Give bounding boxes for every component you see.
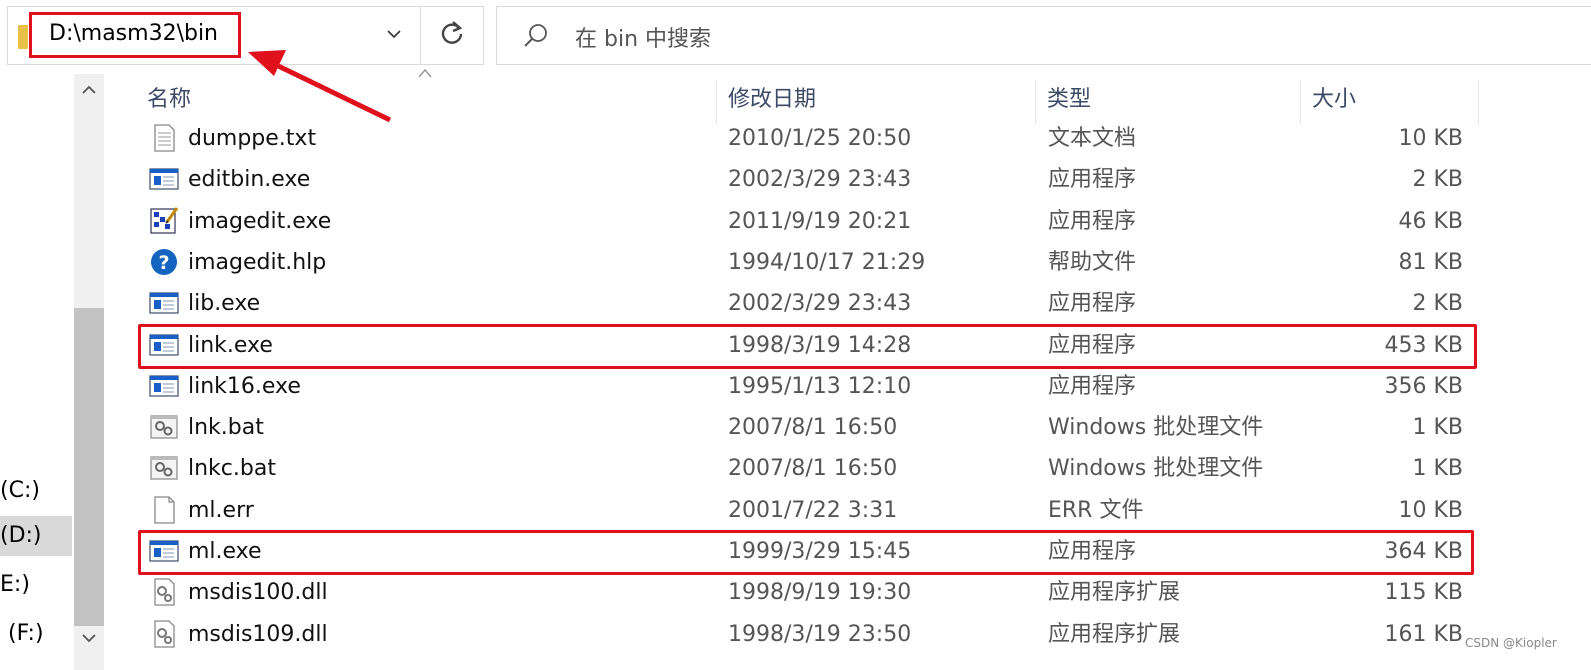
- refresh-button[interactable]: [421, 6, 484, 65]
- file-type: 应用程序: [1048, 374, 1137, 399]
- file-row[interactable]: link16.exe 1995/1/13 12:10 应用程序 356 KB: [138, 366, 1478, 407]
- file-type: 文本文档: [1048, 126, 1137, 151]
- exe-icon: [149, 371, 179, 401]
- sort-ascending-icon: [418, 69, 432, 78]
- file-row[interactable]: msdis109.dll 1998/3/19 23:50 应用程序扩展 161 KB: [138, 614, 1478, 655]
- file-size: 46 KB: [1398, 209, 1463, 234]
- file-type: 应用程序扩展: [1048, 622, 1181, 647]
- file-type: Windows 批处理文件: [1048, 415, 1264, 440]
- file-date: 2010/1/25 20:50: [728, 126, 912, 151]
- help-icon: ?: [149, 247, 179, 277]
- file-size: 1 KB: [1412, 456, 1463, 481]
- file-name: msdis109.dll: [188, 622, 328, 647]
- file-size: 10 KB: [1398, 126, 1463, 151]
- file-type: 应用程序: [1048, 209, 1137, 234]
- file-size: 10 KB: [1398, 498, 1463, 523]
- file-date: 2001/7/22 3:31: [728, 498, 898, 523]
- scroll-up-icon[interactable]: [74, 76, 104, 106]
- file-name: link16.exe: [188, 374, 301, 399]
- file-name: lib.exe: [188, 291, 261, 316]
- image-editor-icon: [149, 206, 179, 236]
- svg-text:?: ?: [158, 252, 169, 274]
- exe-icon: [149, 164, 179, 194]
- file-row[interactable]: lib.exe 2002/3/29 23:43 应用程序 2 KB: [138, 283, 1478, 324]
- file-row[interactable]: lnk.bat 2007/8/1 16:50 Windows 批处理文件 1 KB: [138, 407, 1478, 448]
- file-date: 2002/3/29 23:43: [728, 167, 912, 192]
- file-row[interactable]: lnkc.bat 2007/8/1 16:50 Windows 批处理文件 1 KB: [138, 448, 1478, 489]
- file-name: editbin.exe: [188, 167, 311, 192]
- address-path[interactable]: D:\masm32\bin: [49, 21, 218, 46]
- search-input[interactable]: 在 bin 中搜索: [575, 21, 711, 53]
- file-date: 1995/1/13 12:10: [728, 374, 912, 399]
- file-name: dumppe.txt: [188, 126, 317, 151]
- search-box[interactable]: 在 bin 中搜索: [496, 6, 1591, 65]
- watermark: CSDN @Kiopler: [1465, 636, 1557, 650]
- text-file-icon: [149, 123, 179, 153]
- file-type: 应用程序扩展: [1048, 580, 1181, 605]
- file-date: 2002/3/29 23:43: [728, 291, 912, 316]
- file-list: dumppe.txt 2010/1/25 20:50 文本文档 10 KB editbi…: [0, 124, 1591, 670]
- file-size: 1 KB: [1412, 415, 1463, 440]
- refresh-icon: [441, 21, 463, 44]
- dll-icon: [149, 577, 179, 607]
- file-name: ml.err: [188, 498, 254, 523]
- row-highlight-box: [138, 530, 1474, 575]
- file-row[interactable]: editbin.exe 2002/3/29 23:43 应用程序 2 KB: [138, 159, 1478, 200]
- file-date: 1994/10/17 21:29: [728, 250, 926, 275]
- file-type: Windows 批处理文件: [1048, 456, 1264, 481]
- file-name: imagedit.exe: [188, 209, 332, 234]
- blank-file-icon: [149, 495, 179, 525]
- file-name: lnk.bat: [188, 415, 264, 440]
- file-size: 2 KB: [1412, 167, 1463, 192]
- file-type: 帮助文件: [1048, 250, 1137, 275]
- file-date: 1998/3/19 23:50: [728, 622, 912, 647]
- dll-icon: [149, 619, 179, 649]
- file-row[interactable]: ml.err 2001/7/22 3:31 ERR 文件 10 KB: [138, 490, 1478, 531]
- column-divider[interactable]: [1478, 80, 1479, 124]
- row-highlight-box: [138, 324, 1477, 369]
- file-date: 2011/9/19 20:21: [728, 209, 912, 234]
- batch-file-icon: [149, 453, 179, 483]
- batch-file-icon: [149, 412, 179, 442]
- file-size: 115 KB: [1384, 580, 1463, 605]
- file-type: ERR 文件: [1048, 498, 1144, 523]
- file-type: 应用程序: [1048, 291, 1137, 316]
- file-size: 161 KB: [1384, 622, 1463, 647]
- file-type: 应用程序: [1048, 167, 1137, 192]
- file-date: 1998/9/19 19:30: [728, 580, 912, 605]
- file-size: 2 KB: [1412, 291, 1463, 316]
- file-row[interactable]: ? imagedit.hlp 1994/10/17 21:29 帮助文件 81 KB: [138, 242, 1478, 283]
- file-size: 356 KB: [1384, 374, 1463, 399]
- folder-icon: [18, 25, 28, 49]
- file-row[interactable]: msdis100.dll 1998/9/19 19:30 应用程序扩展 115 KB: [138, 572, 1478, 613]
- exe-icon: [149, 288, 179, 318]
- file-name: lnkc.bat: [188, 456, 276, 481]
- file-date: 2007/8/1 16:50: [728, 415, 898, 440]
- file-date: 2007/8/1 16:50: [728, 456, 898, 481]
- file-name: msdis100.dll: [188, 580, 328, 605]
- search-icon: [524, 24, 547, 47]
- file-size: 81 KB: [1398, 250, 1463, 275]
- file-row[interactable]: dumppe.txt 2010/1/25 20:50 文本文档 10 KB: [138, 118, 1478, 159]
- file-name: imagedit.hlp: [188, 250, 327, 275]
- file-row[interactable]: imagedit.exe 2011/9/19 20:21 应用程序 46 KB: [138, 201, 1478, 242]
